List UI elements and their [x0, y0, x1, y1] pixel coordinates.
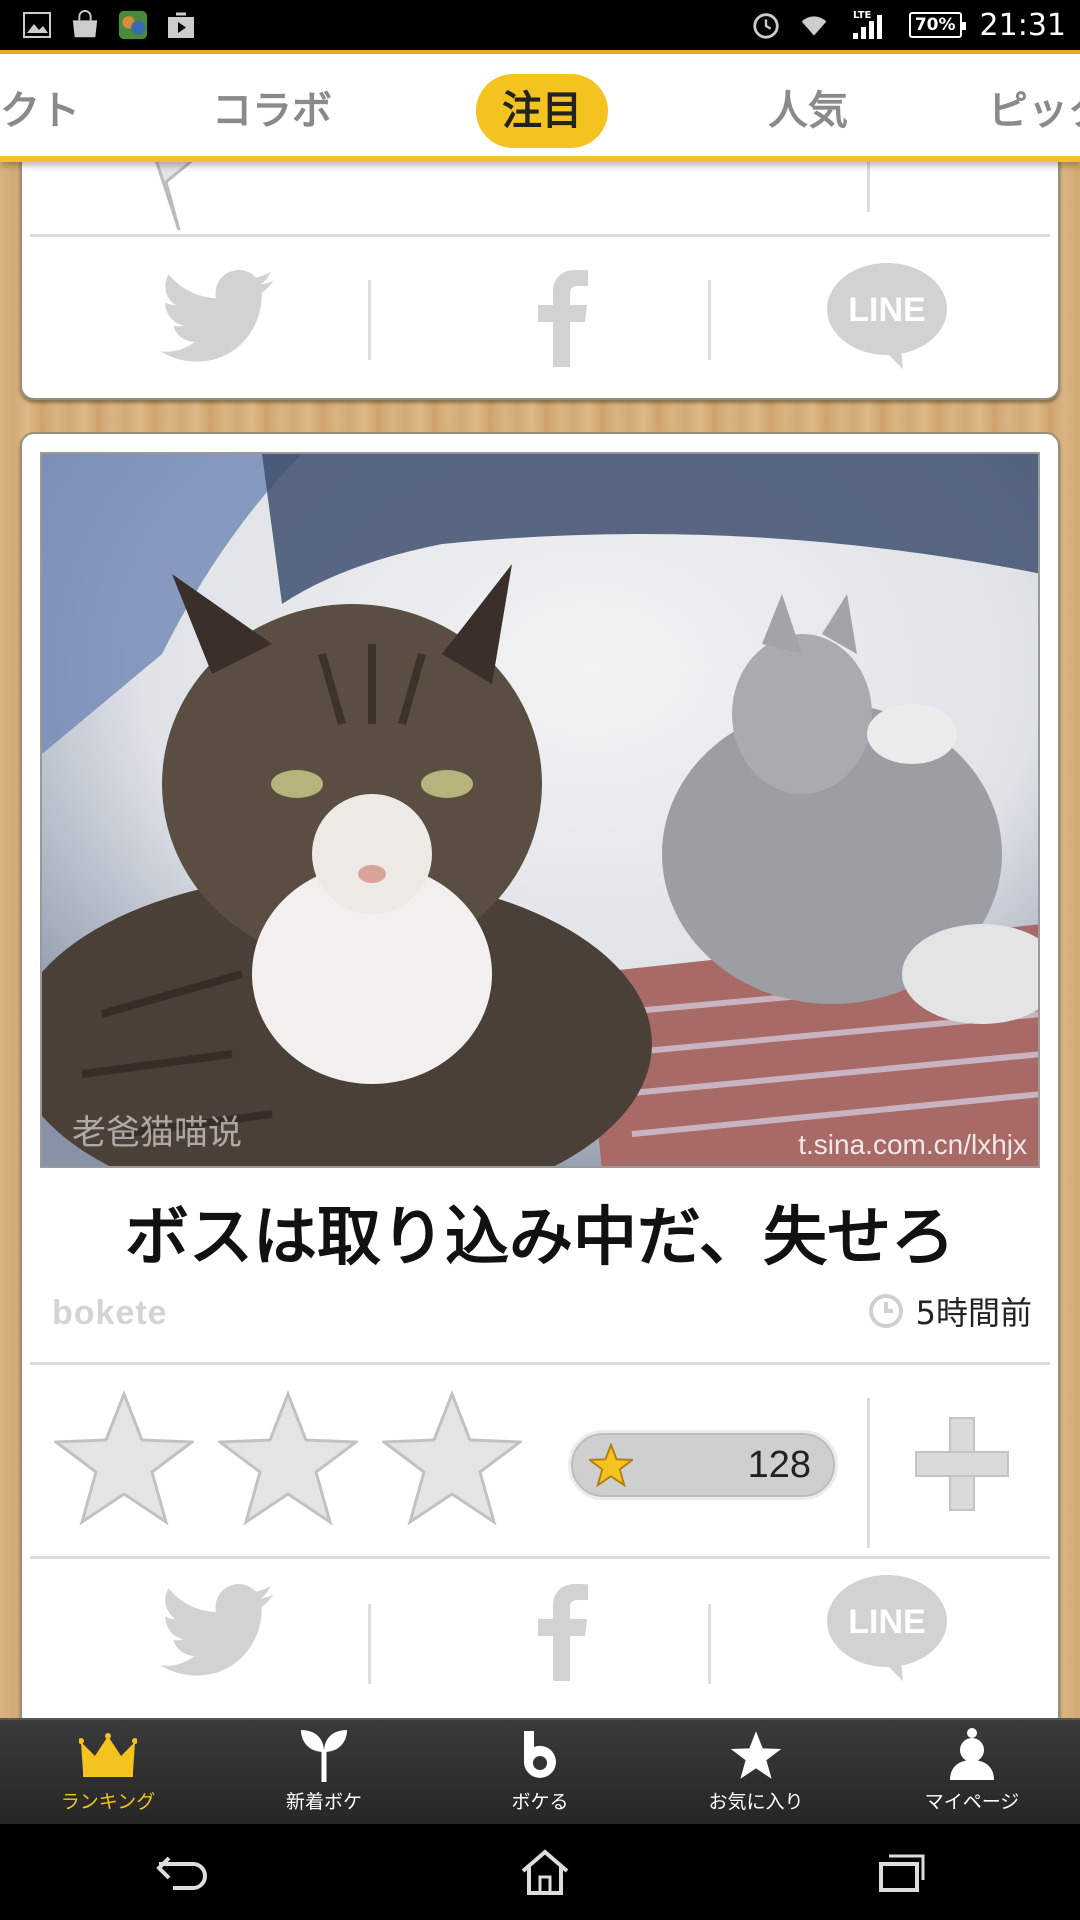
market-icon — [70, 10, 100, 40]
share-row: LINE — [22, 240, 1058, 370]
bokete-b-icon — [520, 1727, 560, 1783]
tab-pickup[interactable]: ピック — [988, 76, 1080, 146]
rating-row: 128 — [22, 1368, 1058, 1558]
facebook-icon — [538, 1584, 588, 1681]
divider-vertical — [368, 280, 371, 360]
divider — [30, 1556, 1050, 1559]
nav-ranking-label: ランキング — [60, 1791, 156, 1813]
divider-vertical — [368, 1604, 371, 1684]
facebook-icon — [538, 270, 588, 367]
previous-post-card: LINE — [20, 120, 1060, 400]
back-icon[interactable] — [153, 1852, 213, 1892]
nav-new-boke-label: 新着ボケ — [285, 1791, 362, 1813]
status-time: 21:31 — [979, 7, 1066, 43]
recent-apps-icon[interactable] — [877, 1852, 927, 1892]
divider — [30, 1362, 1050, 1365]
tab-popular[interactable]: 人気 — [768, 76, 848, 146]
divider-vertical — [867, 1398, 870, 1548]
cat-photo: 老爸猫喵说 t.sina.com.cn/lxhjx — [42, 454, 1038, 1166]
svg-text:LINE: LINE — [848, 1603, 925, 1641]
wifi-icon — [799, 10, 829, 40]
post-photo[interactable]: 老爸猫喵说 t.sina.com.cn/lxhjx — [40, 452, 1040, 1168]
add-button[interactable] — [912, 1414, 1012, 1514]
alarm-icon — [751, 10, 781, 40]
divider-vertical — [708, 1604, 711, 1684]
svg-text:LINE: LINE — [848, 291, 925, 329]
nav-favorites[interactable]: お気に入り — [648, 1720, 864, 1824]
twitter-icon — [160, 270, 274, 362]
profile-icon — [948, 1727, 996, 1783]
divider — [30, 234, 1050, 237]
post-caption: ボスは取り込み中だ、失せろ — [124, 1201, 956, 1275]
nav-bokeru-label: ボケる — [511, 1791, 569, 1813]
status-bar: LTE 70% 21:31 — [0, 0, 1080, 50]
tab-featured[interactable]: 注目 — [476, 74, 608, 148]
twitter-icon — [160, 1584, 274, 1676]
gallery-icon — [22, 10, 52, 40]
rate-star-1[interactable] — [54, 1388, 194, 1528]
svg-text:老爸猫喵说: 老爸猫喵说 — [72, 1113, 242, 1153]
twitter-share-button[interactable] — [152, 1576, 282, 1686]
signal-icon: LTE — [847, 10, 891, 40]
post-card: 老爸猫喵说 t.sina.com.cn/lxhjx ボスは取り込み中だ、失せろ … — [20, 432, 1060, 1732]
bottom-navigation: ランキング 新着ボケ ボケる お気に入り マイページ — [0, 1718, 1080, 1824]
twitter-share-button[interactable] — [152, 262, 282, 372]
system-status: LTE 70% 21:31 — [751, 8, 1066, 43]
battery-indicator: 70% — [908, 12, 966, 38]
divider-vertical — [708, 280, 711, 360]
game-icon — [118, 10, 148, 40]
home-icon[interactable] — [519, 1849, 571, 1895]
nav-new-boke[interactable]: 新着ボケ — [216, 1720, 432, 1824]
time-ago-text: 5時間前 — [915, 1294, 1032, 1332]
tab-collab[interactable]: コラボ — [212, 76, 332, 146]
line-icon: LINE — [827, 263, 947, 369]
share-row: LINE — [22, 1564, 1058, 1694]
nav-bokeru[interactable]: ボケる — [432, 1720, 648, 1824]
star-icon — [729, 1727, 783, 1783]
category-tab-bar: クト コラボ 注目 人気 ピック — [0, 50, 1080, 162]
star-count: 128 — [747, 1443, 811, 1486]
svg-text:t.sina.com.cn/lxhjx: t.sina.com.cn/lxhjx — [798, 1129, 1027, 1160]
play-store-icon — [166, 10, 196, 40]
facebook-share-button[interactable] — [497, 1576, 627, 1686]
system-navigation-bar — [0, 1824, 1080, 1920]
svg-text:LTE: LTE — [853, 10, 872, 21]
notification-icons — [22, 10, 196, 40]
star-count-badge: 128 — [568, 1430, 838, 1500]
line-icon: LINE — [827, 1575, 947, 1681]
nav-ranking[interactable]: ランキング — [0, 1720, 216, 1824]
star-icon — [589, 1443, 633, 1487]
crown-icon — [79, 1727, 137, 1783]
clock-icon — [868, 1294, 903, 1328]
rate-star-3[interactable] — [382, 1388, 522, 1528]
facebook-share-button[interactable] — [497, 262, 627, 372]
line-share-button[interactable]: LINE — [822, 1574, 952, 1684]
post-timestamp: 5時間前 — [868, 1288, 1032, 1334]
brand-logo: bokete — [52, 1294, 168, 1332]
nav-favorites-label: お気に入り — [708, 1791, 804, 1813]
sprout-icon — [299, 1727, 349, 1783]
rate-star-2[interactable] — [218, 1388, 358, 1528]
nav-mypage[interactable]: マイページ — [864, 1720, 1080, 1824]
line-share-button[interactable]: LINE — [822, 262, 952, 372]
tab-select[interactable]: クト — [0, 76, 80, 146]
nav-mypage-label: マイページ — [924, 1791, 1020, 1813]
